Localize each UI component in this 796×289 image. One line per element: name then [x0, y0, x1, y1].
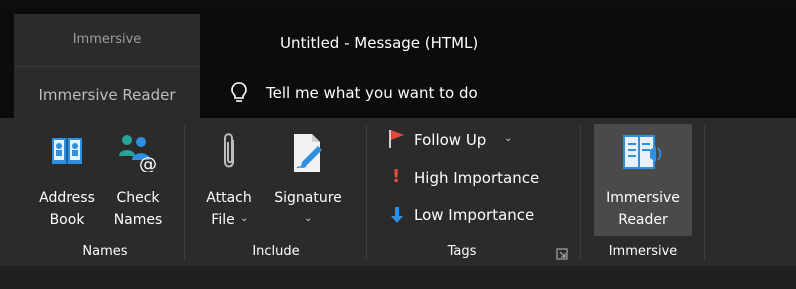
immersive-reader-label-1: Immersive	[606, 190, 680, 206]
low-importance-label: Low Importance	[414, 206, 535, 224]
ribbon-bottom-strip	[0, 266, 796, 289]
group-label-names: Names	[82, 244, 128, 259]
chevron-down-icon: ⌄	[304, 213, 313, 224]
immersive-reader-button[interactable]: Immersive Reader	[594, 124, 692, 236]
check-names-icon: @	[119, 135, 157, 172]
follow-up-label: Follow Up	[414, 131, 487, 149]
group-separator	[184, 125, 185, 260]
top-border	[0, 0, 796, 8]
dialog-launcher-icon[interactable]	[556, 248, 568, 260]
exclamation-icon: !	[392, 166, 401, 187]
group-label-include: Include	[252, 244, 300, 259]
address-book-button[interactable]: Address Book	[30, 126, 104, 236]
flag-icon	[389, 130, 404, 148]
contextual-group-title: Immersive	[72, 32, 142, 47]
check-names-button[interactable]: @ Check Names	[106, 126, 170, 236]
low-importance-button[interactable]: Low Importance	[384, 201, 564, 229]
down-arrow-icon	[391, 207, 403, 223]
address-book-label-1: Address	[39, 190, 95, 206]
attach-file-label-2: File	[211, 212, 235, 228]
tell-me-text: Tell me what you want to do	[266, 84, 478, 102]
follow-up-button[interactable]: Follow Up ⌄	[384, 126, 524, 154]
lightbulb-icon	[231, 82, 247, 102]
window-title: Untitled - Message (HTML)	[280, 34, 479, 52]
group-label-tags: Tags	[447, 244, 477, 259]
address-book-label-2: Book	[49, 212, 85, 228]
check-names-label-1: Check	[116, 190, 160, 206]
attach-file-button[interactable]: Attach File ⌄	[198, 126, 260, 236]
tell-me-box[interactable]: Tell me what you want to do	[222, 76, 542, 112]
tab-immersive-reader[interactable]: Immersive Reader	[14, 75, 200, 115]
paperclip-icon	[224, 133, 234, 168]
chevron-down-icon: ⌄	[240, 213, 249, 224]
high-importance-label: High Importance	[414, 169, 540, 187]
group-separator	[580, 125, 581, 260]
contextual-divider	[14, 66, 200, 67]
immersive-reader-label-2: Reader	[618, 212, 668, 228]
immersive-reader-icon	[623, 135, 662, 169]
chevron-down-icon: ⌄	[504, 133, 513, 144]
svg-text:@: @	[139, 154, 157, 172]
signature-label: Signature	[274, 190, 342, 206]
signature-button[interactable]: Signature ⌄	[262, 126, 354, 236]
group-separator	[366, 125, 367, 260]
attach-file-label-1: Attach	[206, 190, 252, 206]
high-importance-button[interactable]: ! High Importance	[384, 164, 564, 192]
group-separator	[704, 125, 705, 260]
address-book-icon	[52, 138, 82, 164]
signature-icon	[294, 134, 322, 172]
check-names-label-2: Names	[113, 212, 163, 228]
group-label-immersive: Immersive	[608, 244, 678, 259]
